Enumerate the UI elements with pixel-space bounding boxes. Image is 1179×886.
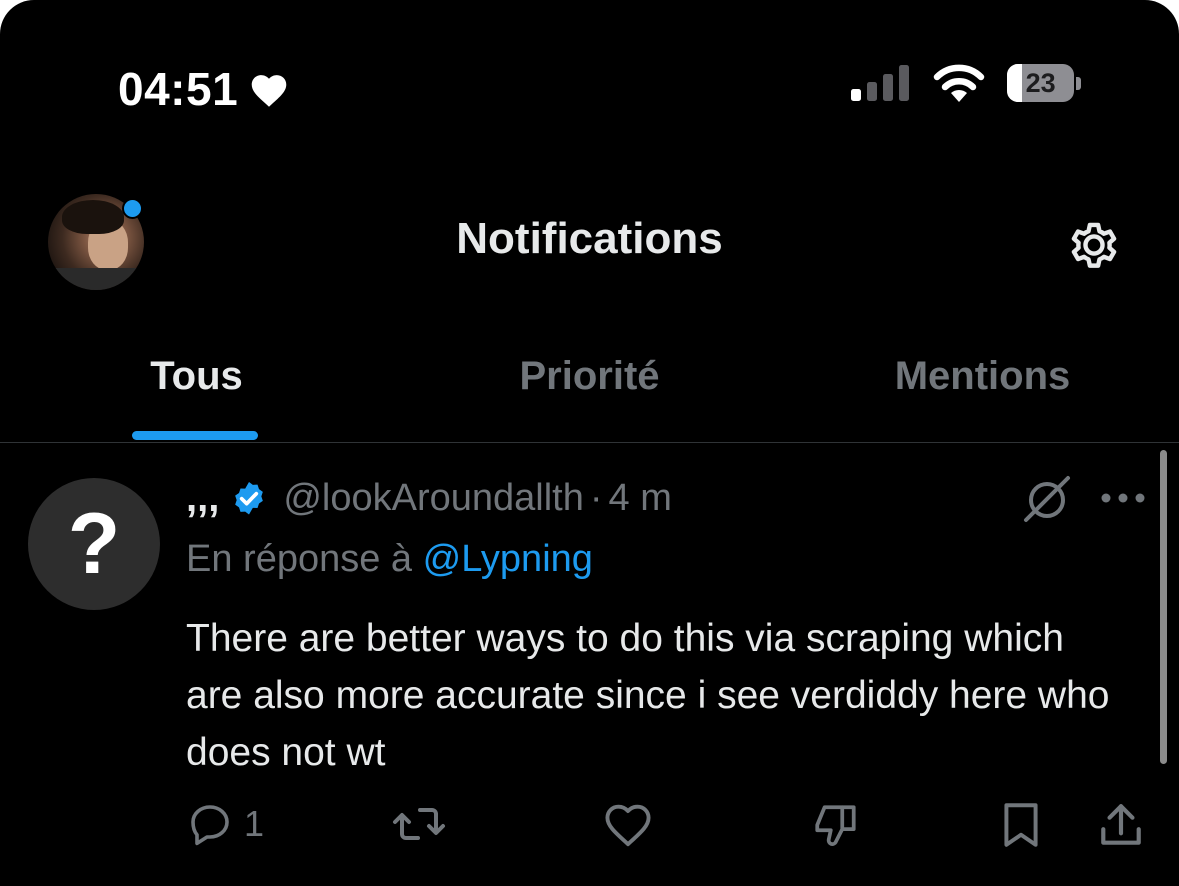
heart-icon — [251, 75, 287, 107]
dislike-icon — [815, 805, 856, 846]
battery-icon: 23 — [1007, 64, 1081, 102]
bookmark-icon — [1004, 803, 1038, 847]
dislike-button[interactable] — [810, 800, 862, 850]
tweet-time: 4 m — [608, 477, 672, 519]
retweet-button[interactable] — [392, 800, 446, 848]
gear-icon[interactable] — [1061, 212, 1127, 278]
reply-count: 1 — [244, 803, 265, 844]
battery-level-text: 23 — [1025, 67, 1056, 98]
share-icon — [1101, 804, 1141, 845]
bookmark-button[interactable] — [1000, 800, 1042, 850]
reply-prefix: En réponse à — [186, 538, 413, 580]
like-icon — [605, 804, 651, 847]
clock-text: 04:51 — [118, 63, 239, 115]
display-name[interactable]: ,,, — [186, 476, 219, 521]
user-avatar-placeholder[interactable]: ? — [28, 478, 160, 610]
like-button[interactable] — [602, 800, 654, 848]
app-screen: 04:51 23 Notifications Tous Priorité Men… — [0, 0, 1179, 886]
tweet-meta: ,,, @lookAroundallth · 4 m — [186, 476, 672, 521]
page-title: Notifications — [456, 214, 723, 263]
tab-priorite[interactable]: Priorité — [393, 348, 786, 442]
cellular-signal-icon — [851, 65, 909, 101]
reply-icon — [191, 805, 229, 846]
user-handle[interactable]: @lookAroundallth — [283, 477, 584, 520]
tab-mentions[interactable]: Mentions — [786, 348, 1179, 442]
status-bar-time: 04:51 — [118, 62, 290, 116]
reply-mention-link[interactable]: @Lypning — [423, 538, 593, 580]
reply-context: En réponse à @Lypning — [186, 538, 593, 581]
reply-button[interactable]: 1 — [186, 800, 264, 848]
tab-tous[interactable]: Tous — [0, 348, 393, 442]
retweet-icon — [393, 808, 445, 840]
grok-icon[interactable] — [1020, 474, 1074, 524]
meta-separator: · — [589, 477, 603, 519]
active-tab-indicator — [132, 431, 258, 440]
notification-tabs: Tous Priorité Mentions — [0, 348, 1179, 443]
share-button[interactable] — [1098, 800, 1144, 850]
verified-badge-icon — [235, 481, 264, 514]
scrollbar[interactable] — [1160, 450, 1167, 764]
tweet-body: There are better ways to do this via scr… — [186, 617, 1110, 774]
more-options-icon[interactable] — [1100, 483, 1146, 513]
wifi-icon — [933, 64, 985, 102]
tweet-actions: 1 — [0, 800, 1179, 860]
status-bar-indicators: 23 — [851, 64, 1081, 102]
